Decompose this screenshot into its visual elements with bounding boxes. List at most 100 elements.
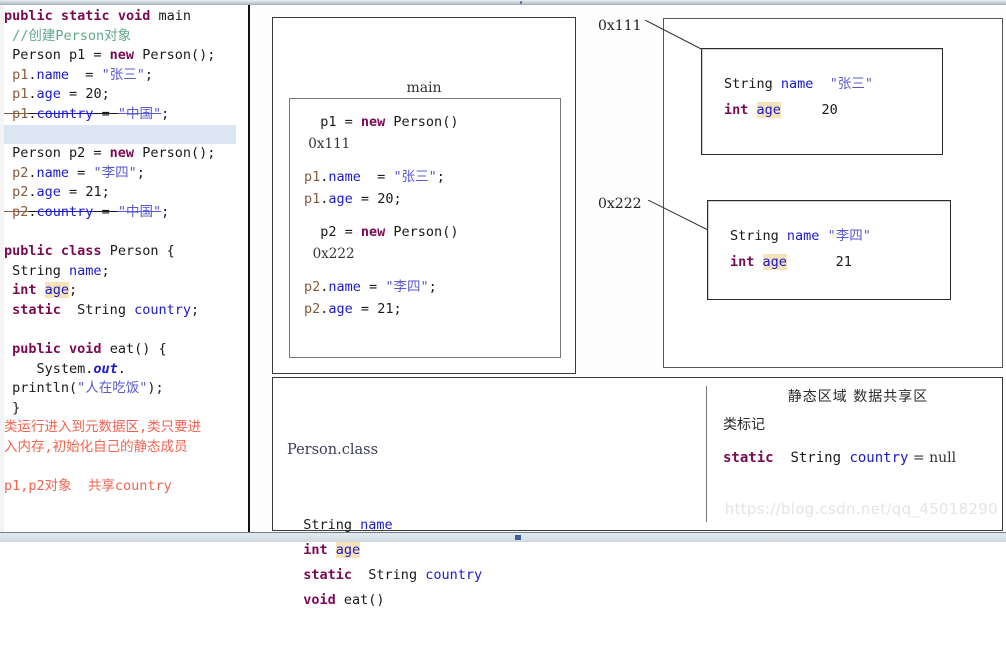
watermark-text: https://blog.csdn.net/qq_45018290: [724, 500, 998, 518]
code-line: p1 = new Person(): [304, 111, 554, 133]
code-token: eat() {: [109, 341, 167, 358]
code-token: 0x111: [304, 136, 351, 152]
code-token: "李四": [827, 228, 871, 244]
code-line: p1.name = "张三";: [4, 66, 244, 86]
stack-area-panel: main p1 = new Person() 0x111 p1.name = "…: [272, 17, 576, 374]
heap-address-label-1: 0x111: [598, 18, 642, 34]
code-token: Person();: [142, 47, 216, 64]
code-token: p1: [304, 191, 321, 207]
code-token: "李四": [385, 279, 429, 295]
code-line: Person p1 = new Person();: [4, 46, 244, 66]
stack-frame-code: p1 = new Person() 0x111 p1.name = "张三"; p…: [304, 111, 554, 320]
code-line: p2.name = "李四";: [4, 164, 244, 184]
code-line: println("人在吃饭");: [4, 379, 244, 399]
code-line: public void eat() {: [4, 340, 244, 360]
code-token: age: [328, 301, 353, 317]
code-token: "中国": [117, 203, 162, 220]
method-area-divider: [706, 386, 707, 522]
code-token: =: [360, 279, 386, 295]
method-area-panel: Person.class String name int age static …: [272, 377, 1003, 608]
code-token: name: [780, 76, 814, 92]
code-token: country: [36, 105, 94, 122]
code-token: p1,p2对象 共享country: [4, 478, 172, 495]
static-field-line: static String country = null: [723, 450, 993, 466]
code-token: 20;: [85, 86, 110, 103]
code-token: "张三": [393, 169, 437, 185]
code-line: p1,p2对象 共享country: [4, 477, 244, 497]
code-token: 类运行进入到元数据区,类只要进: [4, 419, 202, 436]
code-token: ;: [436, 169, 445, 185]
code-token: name: [328, 279, 361, 295]
class-metadata-block: Person.class String name int age static …: [287, 388, 697, 663]
code-token: Person(): [393, 224, 459, 240]
code-token: "人在吃饭": [77, 380, 148, 397]
code-token: Person p2 =: [4, 145, 110, 162]
code-line: //创建Person对象: [4, 27, 244, 47]
code-token: "张三": [829, 76, 873, 92]
code-token: static: [303, 567, 361, 583]
toolbar-tick-marker: [520, 1, 522, 4]
code-token: =: [69, 66, 102, 83]
code-line: Person p2 = new Person();: [4, 144, 244, 164]
source-code-text[interactable]: public static void main //创建Person对象 Per…: [4, 7, 244, 497]
code-line: p2 = new Person(): [304, 221, 554, 243]
code-token: p2: [4, 184, 29, 201]
code-token: 21;: [377, 301, 402, 317]
code-token: country: [425, 567, 483, 583]
code-token: ;: [190, 301, 200, 318]
code-token: Person {: [109, 243, 175, 260]
code-token: static: [60, 8, 118, 24]
code-token: .: [28, 66, 37, 83]
class-file-title: Person.class: [287, 442, 379, 458]
code-token: age: [328, 191, 353, 207]
code-token: String: [724, 76, 781, 92]
code-token: p2: [4, 203, 29, 220]
code-token: .: [28, 164, 37, 181]
code-line: p1.age = 20;: [304, 188, 554, 210]
code-line: 0x222: [304, 243, 554, 265]
code-token: ;: [69, 282, 78, 299]
code-token: }: [4, 399, 21, 416]
code-token: new: [360, 224, 394, 240]
code-token: country: [134, 301, 191, 318]
code-token: age: [335, 542, 361, 558]
code-token: =: [352, 301, 378, 317]
code-token: country: [36, 203, 94, 220]
code-token: 21;: [85, 184, 110, 201]
code-token: public: [12, 341, 70, 358]
code-line: p1.age = 20;: [4, 85, 244, 105]
code-token: int: [303, 542, 336, 558]
scrollbar-thumb[interactable]: [515, 535, 521, 540]
horizontal-scrollbar[interactable]: [0, 532, 1006, 542]
code-token: String: [730, 228, 787, 244]
heap-address-label-2: 0x222: [598, 196, 642, 212]
heap-object-box-1: String name "张三" int age 20: [701, 48, 943, 155]
code-token: p2: [4, 164, 29, 181]
code-token: 20;: [377, 191, 402, 207]
code-token: country: [849, 450, 909, 466]
code-line: int age;: [4, 281, 244, 301]
source-code-panel[interactable]: public static void main //创建Person对象 Per…: [0, 5, 250, 533]
code-token: void: [69, 341, 110, 358]
code-token: age: [44, 282, 70, 299]
code-token: p1: [4, 66, 29, 83]
code-token: static: [12, 301, 70, 318]
code-token: new: [109, 47, 143, 64]
code-line: int age 20: [724, 97, 873, 123]
code-line: int age 21: [730, 249, 871, 275]
code-token: static: [723, 450, 783, 466]
code-token: =: [360, 169, 394, 185]
code-line: 0x111: [304, 133, 554, 155]
code-token: new: [109, 145, 143, 162]
static-area-block: 静态区域 数据共享区 类标记 static String country = n…: [723, 386, 993, 466]
code-token: 20: [780, 102, 838, 118]
code-token: age: [36, 86, 61, 103]
code-token: 0x222: [304, 246, 355, 262]
code-token: ;: [428, 279, 437, 295]
